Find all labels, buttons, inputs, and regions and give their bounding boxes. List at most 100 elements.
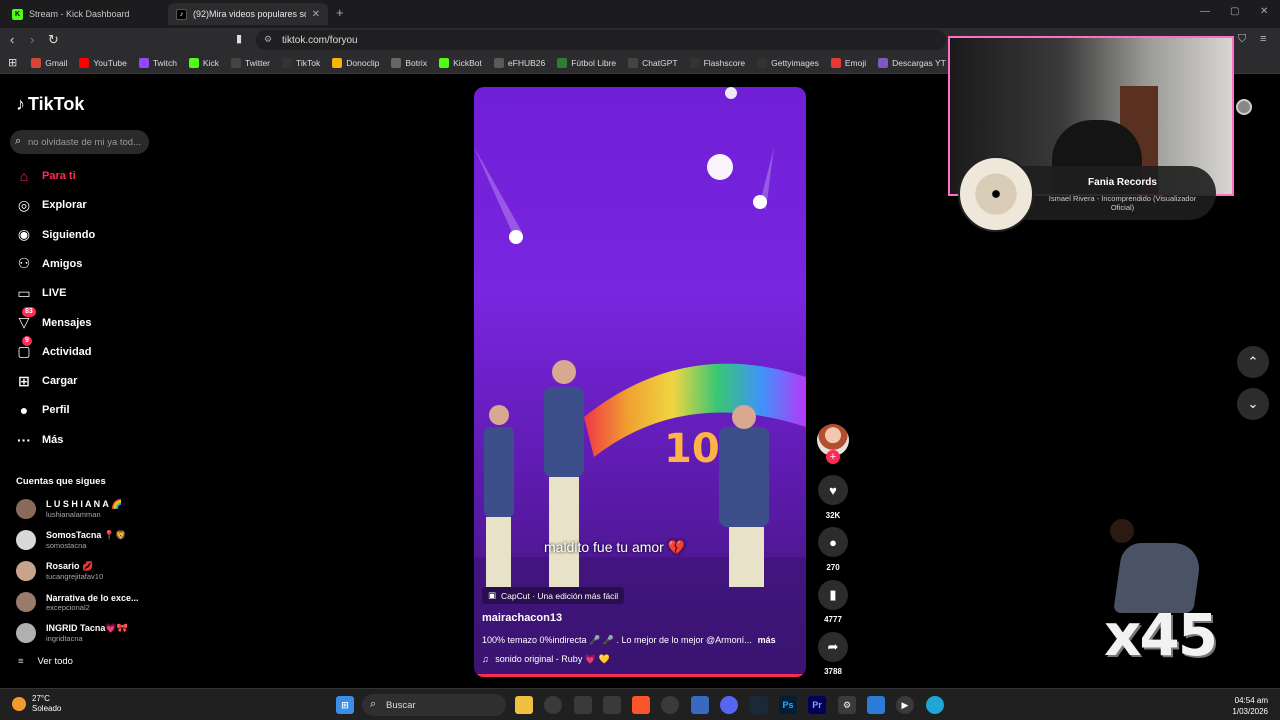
follow-button[interactable]: + xyxy=(826,450,840,464)
following-account[interactable]: Rosario 💋 tucangrejitafav10 xyxy=(16,558,156,584)
system-clock[interactable]: 04:54 am 1/03/2026 xyxy=(1232,695,1268,717)
like-button[interactable]: ♥ xyxy=(818,475,848,505)
sun-icon xyxy=(12,697,26,711)
home-icon: ⌂ xyxy=(19,168,29,184)
save-button[interactable]: ▮ xyxy=(818,580,848,610)
search-input[interactable]: ⌕ no olvidaste de mi ya tod... xyxy=(10,130,149,154)
bookmark-label: Botrix xyxy=(405,57,428,68)
taskbar-search[interactable]: ⌕ Buscar xyxy=(362,694,506,716)
nav-item-más[interactable]: ··· Más xyxy=(14,429,154,451)
settings-icon[interactable]: ⚙ xyxy=(838,696,856,714)
see-all-button[interactable]: ≡ Ver todo xyxy=(18,656,73,667)
following-account[interactable]: L U S H I A N A 🌈 lushianalamman xyxy=(16,496,156,522)
video-author[interactable]: mairachacon13 xyxy=(482,612,562,624)
bookmark-item[interactable]: Emoji xyxy=(830,57,866,68)
account-name: SomosTacna 📍🦁 xyxy=(46,530,127,540)
nav-item-amigos[interactable]: ⚇ Amigos xyxy=(14,253,154,275)
app-icon[interactable] xyxy=(603,696,621,714)
nav-item-cargar[interactable]: ⊞ Cargar xyxy=(14,370,154,392)
bookmark-item[interactable]: Flashscore xyxy=(689,57,745,68)
bookmark-item[interactable]: Fútbol Libre xyxy=(557,57,616,68)
kickbot-icon xyxy=(439,57,450,68)
photoshop-icon[interactable]: Ps xyxy=(779,696,797,714)
weather-widget[interactable]: 27°C Soleado xyxy=(12,694,61,714)
browser-tab-bar: K Stream - Kick Dashboard ♪ (92)Mira vid… xyxy=(0,0,1280,28)
new-tab-button[interactable]: + xyxy=(336,5,344,20)
avatar xyxy=(16,561,36,581)
nav-item-perfil[interactable]: ● Perfil xyxy=(14,399,154,421)
bookmark-item[interactable]: eFHUB26 xyxy=(493,57,545,68)
reload-button[interactable]: ↻ xyxy=(48,32,59,48)
previous-video-button[interactable]: ⌃ xyxy=(1237,346,1269,378)
maximize-button[interactable]: ▢ xyxy=(1230,6,1239,17)
nav-item-para-ti[interactable]: ⌂ Para ti xyxy=(14,165,154,187)
tab-kick-dashboard[interactable]: K Stream - Kick Dashboard xyxy=(4,3,166,25)
bookmark-item[interactable]: Gmail xyxy=(31,57,68,68)
bookmark-item[interactable]: YouTube xyxy=(79,57,127,68)
close-window-button[interactable]: ✕ xyxy=(1260,6,1268,17)
following-account[interactable]: SomosTacna 📍🦁 somostacna xyxy=(16,527,156,553)
obs-icon[interactable] xyxy=(544,696,562,714)
app-icon[interactable] xyxy=(661,696,679,714)
url-field[interactable]: ⚙ tiktok.com/foryou xyxy=(256,30,946,50)
capcut-tag[interactable]: ▣ CapCut · Una edición más fácil xyxy=(482,587,625,604)
menu-icon[interactable]: ≡ xyxy=(1260,33,1266,45)
profile-avatar[interactable] xyxy=(1236,99,1252,115)
next-video-button[interactable]: ⌄ xyxy=(1237,388,1269,420)
nav-item-siguiendo[interactable]: ◉ Siguiendo xyxy=(14,224,154,246)
avatar xyxy=(16,530,36,550)
video-player[interactable]: 10 maldito fue tu amor 💔 ▣ CapCut · Una … xyxy=(474,87,806,677)
close-tab-icon[interactable]: ✕ xyxy=(312,9,320,20)
bookmark-icon[interactable]: ▮ xyxy=(236,32,242,45)
tiktok-logo[interactable]: ♪ TikTok xyxy=(16,94,84,115)
nav-item-live[interactable]: ▭ LIVE xyxy=(14,282,154,304)
list-icon: ≡ xyxy=(18,656,24,667)
bookmark-item[interactable]: KickBot xyxy=(439,57,482,68)
bookmark-item[interactable]: Descargas YT xyxy=(878,57,946,68)
back-button[interactable]: ‹ xyxy=(10,32,14,47)
file-explorer-icon[interactable] xyxy=(515,696,533,714)
video-sound[interactable]: ♫ sonido original - Ruby 💗 💛 xyxy=(482,654,610,665)
bookmark-item[interactable]: ChatGPT xyxy=(628,57,678,68)
nav-label: Más xyxy=(42,433,64,446)
sound-label: sonido original - Ruby 💗 💛 xyxy=(495,654,610,664)
calculator-icon[interactable] xyxy=(691,696,709,714)
bookmark-item[interactable]: Gettyimages xyxy=(757,57,819,68)
notepad-icon[interactable] xyxy=(867,696,885,714)
bookmark-label: TikTok xyxy=(296,57,321,68)
app-icon[interactable] xyxy=(574,696,592,714)
edge-icon[interactable] xyxy=(926,696,944,714)
site-info-icon[interactable]: ⚙ xyxy=(264,34,272,45)
bookmark-item[interactable]: Twitter xyxy=(230,57,270,68)
nav-item-actividad[interactable]: ▢ 9 Actividad xyxy=(14,335,154,363)
share-button[interactable]: ➦ xyxy=(818,632,848,662)
following-account[interactable]: INGRID Tacna💗🎀 ingridtacna xyxy=(16,620,156,646)
following-account[interactable]: Narrativa de lo exce... excepcional2 xyxy=(16,589,156,615)
media-player-icon[interactable]: ▶ xyxy=(896,696,914,714)
brave-icon[interactable] xyxy=(632,696,650,714)
forward-button[interactable]: › xyxy=(30,32,34,47)
comment-button[interactable]: ● xyxy=(818,527,848,557)
start-button[interactable]: ⊞ xyxy=(336,696,354,714)
account-name: INGRID Tacna💗🎀 xyxy=(46,623,128,633)
steam-icon[interactable] xyxy=(750,696,768,714)
nav-item-mensajes[interactable]: ▽ 83 Mensajes xyxy=(14,306,154,334)
more-button[interactable]: más xyxy=(758,635,776,645)
tab-tiktok[interactable]: ♪ (92)Mira videos populares sobre ✕ xyxy=(168,3,328,25)
upload-icon: ⊞ xyxy=(18,372,30,389)
video-description: 100% temazo 0%indirecta 🎤 🎤 . Lo mejor d… xyxy=(482,635,776,646)
bookmark-item[interactable]: Botrix xyxy=(391,57,428,68)
bookmark-item[interactable]: Kick xyxy=(188,57,219,68)
premiere-icon[interactable]: Pr xyxy=(808,696,826,714)
bookmark-label: Gmail xyxy=(45,57,68,68)
minimize-button[interactable]: — xyxy=(1200,6,1210,17)
apps-icon[interactable]: ⊞ xyxy=(8,56,17,69)
bookmark-item[interactable]: Donoclip xyxy=(332,57,379,68)
shield-icon[interactable]: ⛉ xyxy=(1238,33,1246,46)
video-progress-bar[interactable] xyxy=(474,674,803,677)
bookmark-item[interactable]: Twitch xyxy=(138,57,177,68)
discord-icon[interactable] xyxy=(720,696,738,714)
nav-item-explorar[interactable]: ◎ Explorar xyxy=(14,194,154,216)
nav-label: Explorar xyxy=(42,199,87,212)
bookmark-item[interactable]: TikTok xyxy=(282,57,321,68)
